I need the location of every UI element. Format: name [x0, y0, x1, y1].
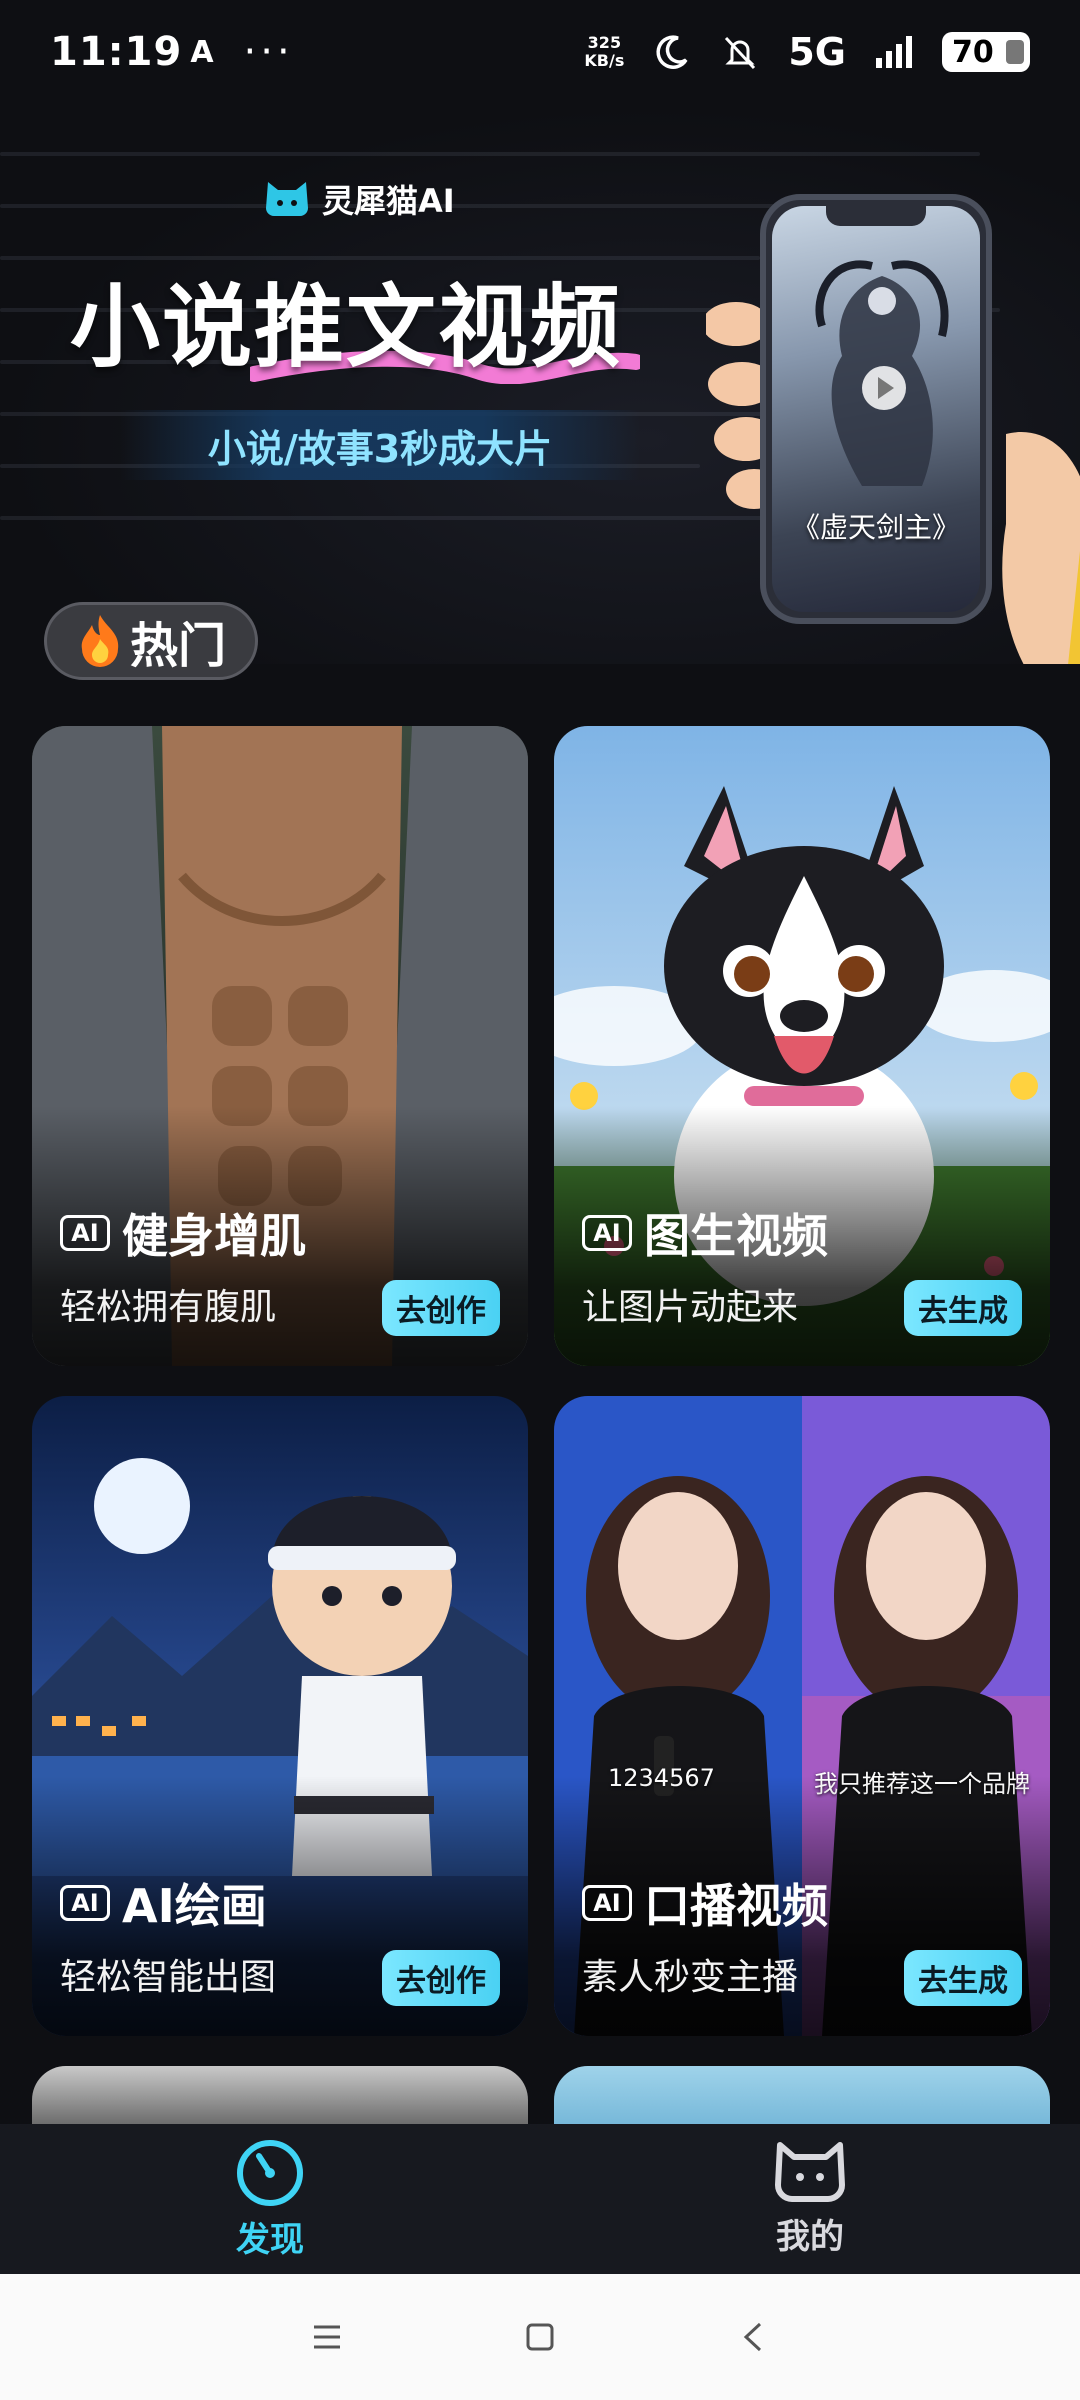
compass-icon: [237, 2139, 303, 2206]
network-speed: 325 KB/s: [584, 34, 624, 70]
hot-section-tag: 热门: [44, 602, 258, 680]
card-talking-video[interactable]: 1234567 我只推荐这一个品牌 AI 口播视频 素人秒变主播 去生成: [554, 1396, 1050, 2036]
card-description: 轻松拥有腹肌: [60, 1287, 277, 1328]
card-ai-painting[interactable]: AI AI绘画 轻松智能出图 去创作: [32, 1396, 528, 2036]
more-notifications-icon: ···: [243, 29, 294, 75]
brand-logo: 灵犀猫AI: [262, 176, 455, 222]
card-title-text: 健身增肌: [122, 1209, 306, 1263]
card-title-text: 口播视频: [644, 1879, 828, 1933]
card-description: 轻松智能出图: [60, 1957, 277, 1998]
battery-indicator: 70: [942, 32, 1030, 72]
ai-badge-icon: AI: [60, 1215, 110, 1251]
generate-button[interactable]: 去生成: [904, 1280, 1022, 1336]
card-image-to-video[interactable]: AI 图生视频 让图片动起来 去生成: [554, 726, 1050, 1366]
menu-icon: [313, 2325, 340, 2349]
network-speed-unit: KB/s: [584, 51, 625, 70]
banner-subtitle: 小说/故事3秒成大片: [207, 426, 553, 471]
phone-screen: 《虚天剑主》: [772, 206, 980, 612]
banner-subtitle-strip: 小说/故事3秒成大片: [120, 410, 640, 480]
phone-caption: 《虚天剑主》: [791, 511, 960, 544]
nav-mine[interactable]: 我的: [540, 2124, 1080, 2274]
generate-button[interactable]: 去生成: [904, 1950, 1022, 2006]
recent-apps-button[interactable]: [297, 2307, 357, 2367]
nav-mine-label: 我的: [776, 2216, 844, 2257]
card-title-text: AI绘画: [122, 1879, 267, 1933]
brand-name: 灵犀猫AI: [322, 182, 455, 220]
status-bar: 11:19 A ··· 325 KB/s 5G 70: [0, 0, 1080, 104]
network-type: 5G: [788, 30, 846, 74]
nav-discover[interactable]: 发现: [0, 2124, 540, 2274]
card-fitness[interactable]: AI 健身增肌 轻松拥有腹肌 去创作: [32, 726, 528, 1366]
home-button[interactable]: [510, 2307, 570, 2367]
phone-mockup: 《虚天剑主》: [760, 194, 992, 624]
square-icon: [526, 2323, 554, 2351]
autostart-icon: A: [190, 34, 214, 70]
card-description: 让图片动起来: [582, 1287, 799, 1328]
chevron-left-icon: [744, 2322, 762, 2352]
mute-bell-icon: [725, 36, 756, 70]
battery-level: 70: [952, 34, 994, 70]
system-navigation-bar: [0, 2274, 1080, 2400]
create-button[interactable]: 去创作: [382, 1950, 500, 2006]
signal-icon: [876, 36, 912, 68]
play-icon: [862, 366, 906, 410]
card-description: 素人秒变主播: [582, 1957, 799, 1998]
hot-label: 热门: [129, 618, 226, 674]
ai-badge-icon: AI: [60, 1885, 110, 1921]
status-time: 11:19: [50, 29, 183, 75]
bottom-navigation: 发现 我的: [0, 2124, 1080, 2274]
phone-notch: [826, 204, 926, 226]
ai-badge-icon: AI: [582, 1885, 632, 1921]
card-title: AI 图生视频: [582, 1200, 828, 1266]
card-title: AI 健身增肌: [60, 1200, 306, 1266]
back-button[interactable]: [723, 2307, 783, 2367]
card-title: AI 口播视频: [582, 1870, 828, 1936]
moon-icon: [656, 35, 688, 69]
create-button[interactable]: 去创作: [382, 1280, 500, 1336]
network-speed-value: 325: [587, 33, 622, 52]
cat-logo-icon: [266, 182, 308, 216]
cat-icon: [775, 2141, 845, 2202]
promo-banner[interactable]: 灵犀猫AI 小说推文视频 小说/故事3秒成大片 《虚天剑主》: [0, 104, 1080, 664]
banner-headline: 小说推文视频: [70, 275, 622, 380]
card-title-text: 图生视频: [644, 1209, 828, 1263]
card-title: AI AI绘画: [60, 1870, 267, 1936]
fire-icon: [81, 615, 119, 667]
nav-discover-label: 发现: [236, 2219, 304, 2260]
ai-badge-icon: AI: [582, 1215, 632, 1251]
status-indicators: 325 KB/s 5G 70: [584, 30, 1030, 74]
